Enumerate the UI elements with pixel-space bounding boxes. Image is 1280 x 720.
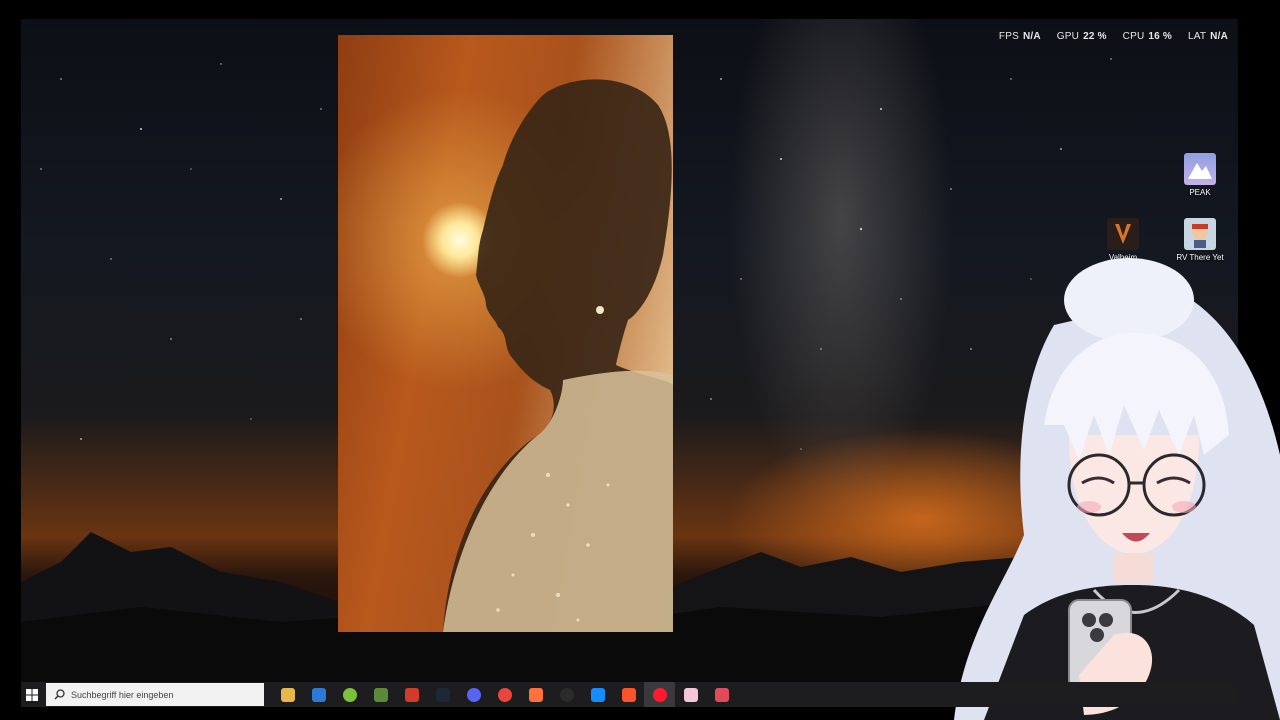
taskbar-app-button[interactable] — [706, 682, 737, 707]
lat-label: LAT — [1187, 31, 1207, 42]
fps-label: FPS — [998, 31, 1019, 42]
vtuber-avatar — [954, 258, 1280, 720]
microsoft-store-icon — [311, 687, 326, 702]
taskbar-app-button[interactable] — [644, 682, 675, 707]
xbox-app-icon — [342, 687, 357, 702]
discord-icon — [466, 687, 481, 702]
fps-value: N/A — [1022, 31, 1041, 42]
cpu-metric: CPU 16 % — [1123, 31, 1172, 42]
search-placeholder: Suchbegriff hier eingeben — [71, 689, 174, 700]
peak-game-icon — [1184, 153, 1216, 185]
vtube-studio-icon — [683, 687, 698, 702]
taskbar-app-button[interactable] — [272, 682, 303, 707]
windows-logo-icon — [26, 688, 38, 701]
gpu-value: 22 % — [1083, 31, 1107, 42]
valheim-game-icon — [1107, 218, 1139, 250]
taskbar-pinned-apps — [272, 682, 737, 707]
video-frame — [443, 79, 673, 632]
obs-icon — [559, 687, 574, 702]
taskbar-app-button[interactable] — [303, 682, 334, 707]
search-icon — [54, 689, 65, 700]
gpu-metric: GPU 22 % — [1057, 31, 1107, 42]
chrome-icon — [497, 687, 512, 702]
taskbar-app-button[interactable] — [489, 682, 520, 707]
start-button[interactable] — [22, 685, 42, 705]
steam-icon — [435, 687, 450, 702]
minecraft-launcher-icon — [373, 687, 388, 702]
taskbar-app-button[interactable] — [675, 682, 706, 707]
snack-game-icon — [404, 687, 419, 702]
taskbar-app-button[interactable] — [396, 682, 427, 707]
fps-metric: FPS N/A — [999, 31, 1041, 42]
desktop-icon-peak[interactable]: PEAK — [1172, 153, 1228, 197]
video-player-window[interactable] — [338, 35, 673, 632]
taskbar-app-button[interactable] — [458, 682, 489, 707]
taskbar-app-button[interactable] — [582, 682, 613, 707]
taskbar-search-box[interactable]: Suchbegriff hier eingeben — [46, 683, 264, 706]
taskbar-app-button[interactable] — [334, 682, 365, 707]
lat-metric: LAT N/A — [1188, 31, 1228, 42]
file-explorer-icon — [280, 687, 295, 702]
firefox-icon — [528, 687, 543, 702]
taskbar-app-button[interactable] — [365, 682, 396, 707]
battle-net-icon — [590, 687, 605, 702]
taskbar-app-button[interactable] — [551, 682, 582, 707]
opera-icon — [652, 687, 667, 702]
app-link-icon — [714, 687, 729, 702]
rv-there-yet-game-icon — [1184, 218, 1216, 250]
cpu-label: CPU — [1122, 31, 1145, 42]
lat-value: N/A — [1210, 31, 1228, 42]
taskbar-app-button[interactable] — [520, 682, 551, 707]
cpu-value: 16 % — [1148, 31, 1172, 42]
taskbar: Suchbegriff hier eingeben — [21, 682, 1238, 707]
taskbar-app-button[interactable] — [427, 682, 458, 707]
performance-overlay: FPS N/A GPU 22 % CPU 16 % LAT N/A — [999, 31, 1228, 42]
brave-icon — [621, 687, 636, 702]
desktop-icon-label: PEAK — [1189, 188, 1211, 197]
taskbar-app-button[interactable] — [613, 682, 644, 707]
gpu-label: GPU — [1056, 31, 1080, 42]
